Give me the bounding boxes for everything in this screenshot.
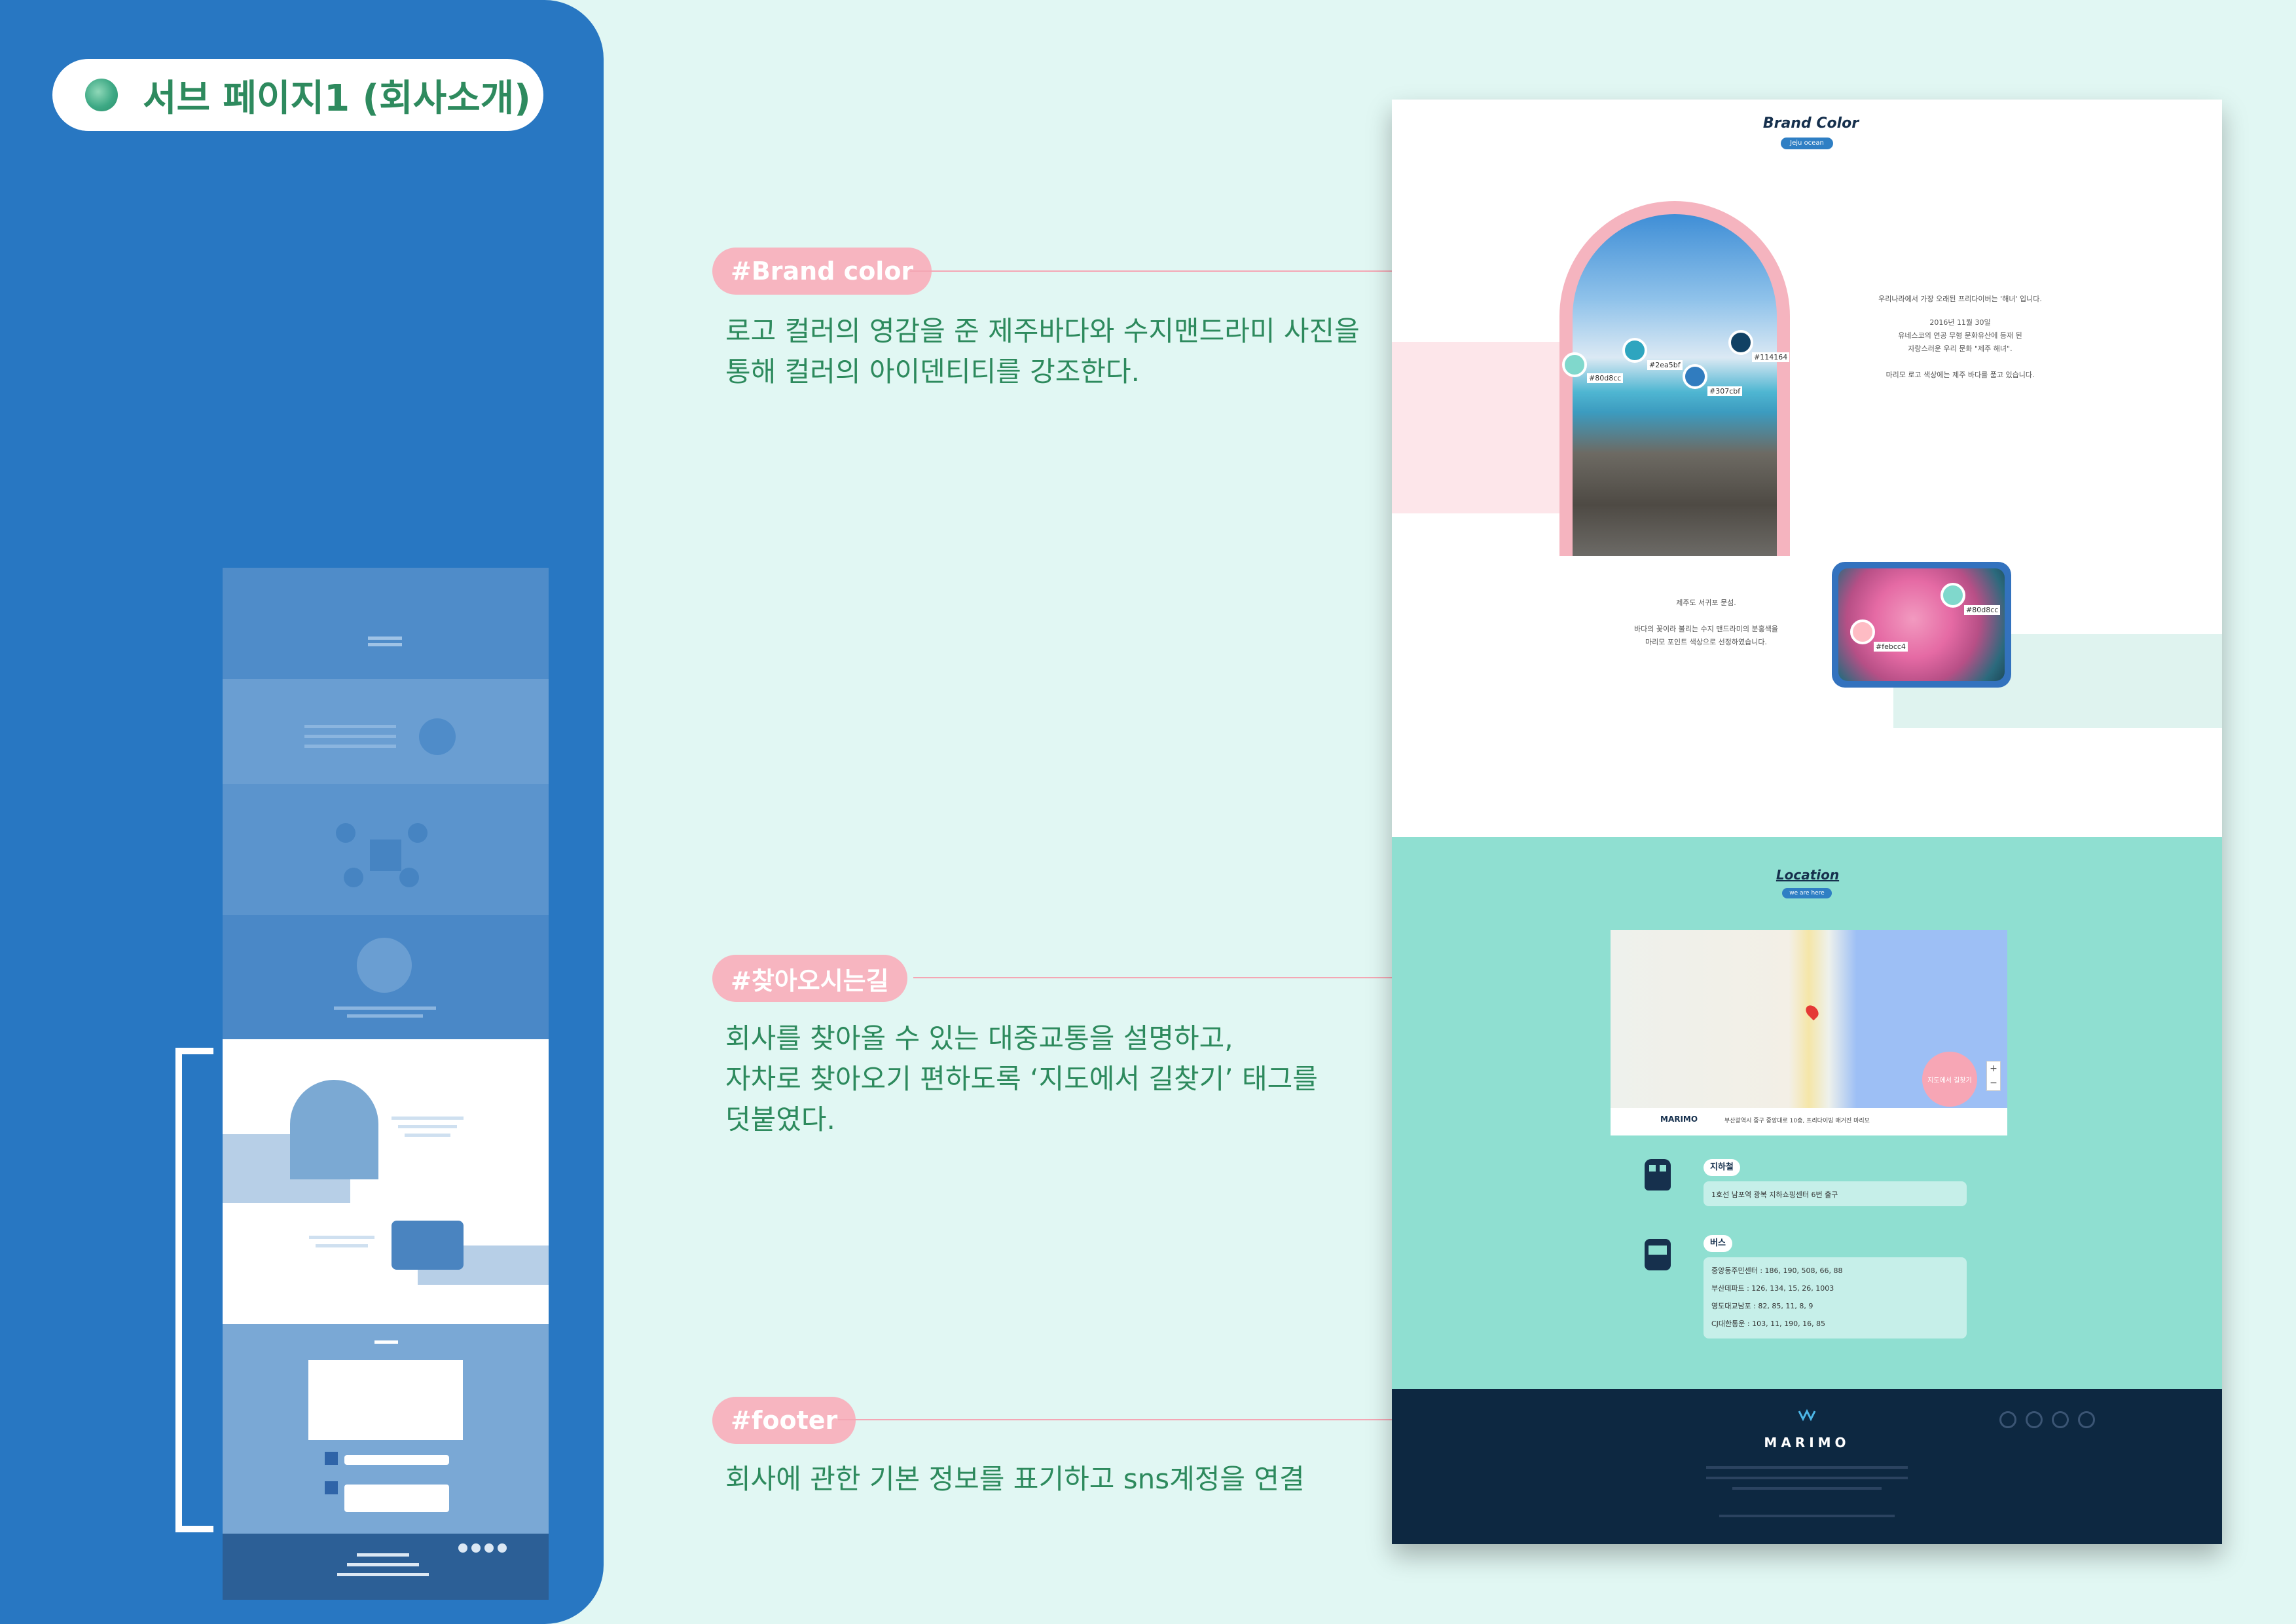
thumb-section-1 (223, 581, 549, 679)
subway-icon (1645, 1159, 1671, 1190)
location-section: Location we are here 지도에서 길찾기 + − MARIMO … (1392, 837, 2222, 1389)
swatch-label: #2ea5bf (1647, 360, 1683, 370)
thumb-brand-section (223, 1039, 549, 1324)
page-title: 서브 페이지1 (회사소개) (143, 77, 531, 120)
globe-icon (85, 79, 118, 111)
footer-info-line (1706, 1466, 1908, 1469)
desc-directions: 회사를 찾아올 수 있는 대중교통을 설명하고, 자차로 찾아오기 편하도록 ‘… (725, 1022, 1318, 1135)
brand-section: Brand Color Jeju ocean #80d8cc #2ea5bf #… (1392, 100, 2222, 837)
swatch-80d8cc (1941, 583, 1965, 608)
page-title-pill: 서브 페이지1 (회사소개) (52, 59, 543, 131)
thumb-section-2 (223, 679, 549, 784)
facebook-icon[interactable] (1999, 1411, 2016, 1428)
jeju-ocean-photo (1573, 214, 1777, 556)
brand-badge: Jeju ocean (1781, 138, 1833, 149)
zoom-controls[interactable]: + − (1986, 1061, 2001, 1091)
swatch-label: #febcc4 (1874, 642, 1908, 652)
location-badge: we are here (1782, 888, 1832, 898)
bus-info: 중앙동주민센터 : 186, 190, 508, 66, 88 부산데파트 : … (1704, 1257, 1967, 1338)
thumb-section-4 (223, 915, 549, 1039)
map-directions-button[interactable]: 지도에서 길찾기 (1922, 1052, 1977, 1107)
tag-brand-color: #Brand color (712, 248, 932, 295)
brand-title: Brand Color (1762, 115, 1859, 132)
chat-icon[interactable] (2078, 1411, 2095, 1428)
swatch-307cbf (1683, 364, 1707, 389)
youtube-icon[interactable] (2052, 1411, 2069, 1428)
footer-info-line (1706, 1477, 1908, 1479)
swatch-114164 (1728, 330, 1753, 355)
map-card[interactable]: 지도에서 길찾기 + − MARIMO 부산광역시 중구 중앙대로 10층, 프리… (1611, 930, 2007, 1135)
footer-info-line (1732, 1487, 1882, 1490)
instagram-icon[interactable] (2026, 1411, 2043, 1428)
tag-footer: #footer (712, 1397, 856, 1444)
swatch-2ea5bf (1622, 338, 1647, 363)
map-address: 부산광역시 중구 중앙대로 10층, 프리다이빙 매거진 마리모 (1724, 1118, 1870, 1124)
bus-label: 버스 (1704, 1235, 1732, 1252)
swatch-80d8cc (1562, 352, 1587, 377)
footer-logo: MARIMO (1764, 1435, 1850, 1450)
thumb-section-3 (223, 784, 549, 915)
tag-directions: #찾아오시는길 (712, 955, 907, 1002)
swatch-label: #114164 (1752, 352, 1790, 362)
location-title: Location (1776, 867, 1840, 883)
swatch-febcc4 (1850, 619, 1875, 644)
thumb-footer (223, 1534, 549, 1600)
leader-line-brand (910, 270, 1429, 272)
selection-bracket (175, 1048, 213, 1532)
desc-brand-color: 로고 컬러의 영감을 준 제주바다와 수지맨드라미 사진을 통해 컬러의 아이덴… (725, 315, 1360, 388)
subway-label: 지하철 (1704, 1159, 1740, 1176)
page-mockup: Brand Color Jeju ocean #80d8cc #2ea5bf #… (1392, 100, 2222, 1544)
swatch-label: #80d8cc (1587, 373, 1624, 383)
thumb-header (223, 568, 549, 581)
footer-section: MARIMO (1392, 1389, 2222, 1544)
swatch-label: #80d8cc (1964, 605, 2001, 615)
map-brand: MARIMO (1660, 1115, 1698, 1124)
page-thumbnail (223, 568, 549, 1600)
thumb-location-section (223, 1324, 549, 1534)
logo-wave-icon (1798, 1409, 1816, 1422)
bus-icon (1645, 1239, 1671, 1270)
left-panel: 서브 페이지1 (회사소개) (0, 0, 604, 1624)
swatch-label: #307cbf (1707, 386, 1743, 396)
subway-info: 1호선 남포역 광복 지하쇼핑센터 6번 출구 (1704, 1181, 1967, 1206)
desc-footer: 회사에 관한 기본 정보를 표기하고 sns계정을 연결 (725, 1463, 1305, 1495)
footer-links[interactable] (1719, 1515, 1895, 1517)
